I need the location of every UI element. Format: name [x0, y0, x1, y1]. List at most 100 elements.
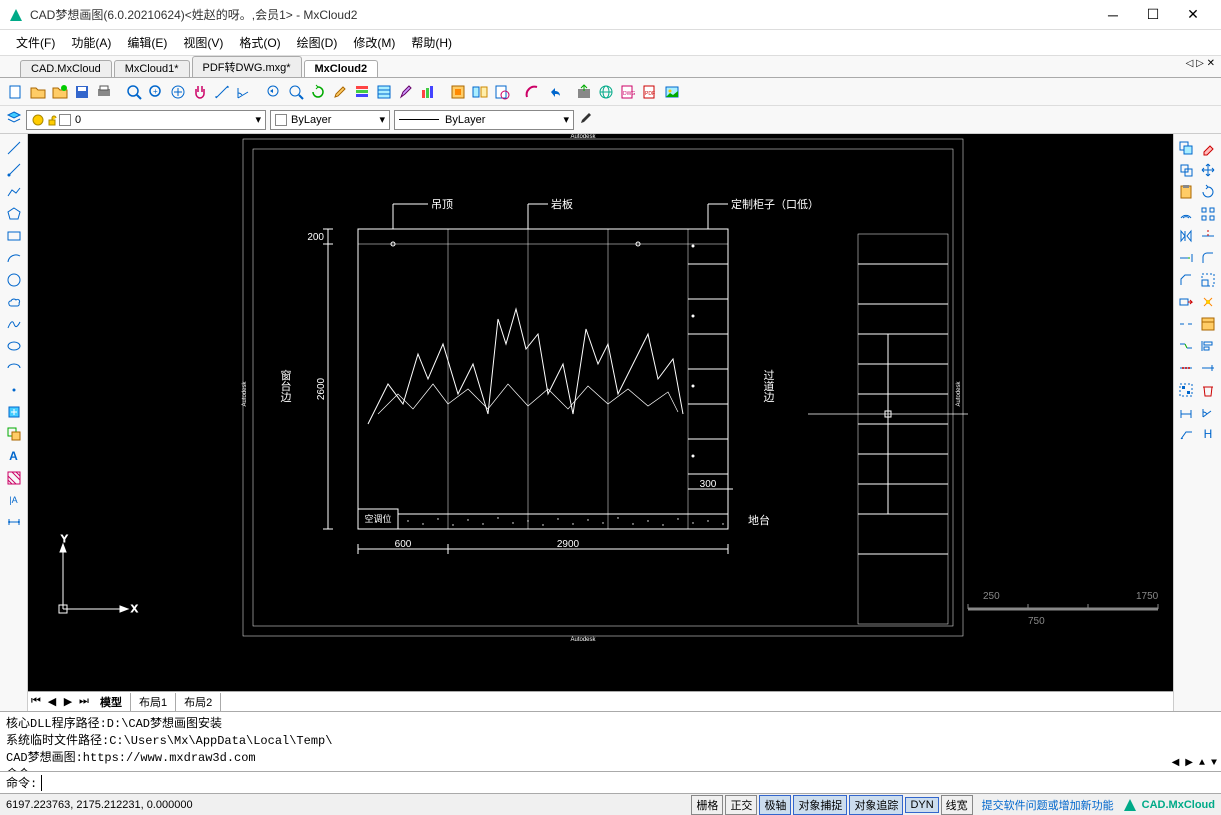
pdf-icon[interactable]: PDF [640, 82, 660, 102]
status-dyn[interactable]: DYN [905, 797, 938, 813]
ray-icon[interactable] [4, 160, 24, 180]
join-icon[interactable] [1176, 336, 1196, 356]
move-icon[interactable] [1198, 160, 1218, 180]
color-combo[interactable]: ByLayer ▾ [270, 110, 390, 130]
zoom-prev-icon[interactable] [264, 82, 284, 102]
group-icon[interactable] [1176, 380, 1196, 400]
divide-icon[interactable] [1176, 358, 1196, 378]
properties-icon[interactable] [1198, 314, 1218, 334]
menu-edit[interactable]: 编辑(E) [119, 34, 175, 51]
ellipse-icon[interactable] [4, 336, 24, 356]
close-button[interactable]: ✕ [1173, 0, 1213, 30]
print-icon[interactable] [94, 82, 114, 102]
menu-format[interactable]: 格式(O) [231, 34, 288, 51]
pan-icon[interactable] [190, 82, 210, 102]
offset-icon[interactable] [1176, 204, 1196, 224]
erase-icon[interactable] [1198, 138, 1218, 158]
status-ortho[interactable]: 正交 [725, 795, 757, 815]
make-block-icon[interactable] [4, 424, 24, 444]
layer-manager-icon[interactable] [6, 110, 22, 129]
brush2-icon[interactable] [396, 82, 416, 102]
hatch-icon[interactable] [4, 468, 24, 488]
layout-first[interactable]: ⏮ [28, 695, 44, 708]
chamfer-icon[interactable] [1176, 270, 1196, 290]
open-icon[interactable] [28, 82, 48, 102]
stretch-icon[interactable] [1176, 292, 1196, 312]
status-polar[interactable]: 极轴 [759, 795, 791, 815]
text2-icon[interactable]: H [1198, 424, 1218, 444]
menu-view[interactable]: 视图(V) [175, 34, 231, 51]
layout-tab-2[interactable]: 布局2 [176, 693, 221, 711]
circle-icon[interactable] [4, 270, 24, 290]
dimension-icon[interactable] [4, 512, 24, 532]
paste-icon[interactable] [1176, 182, 1196, 202]
explode-icon[interactable] [1198, 292, 1218, 312]
array-icon[interactable] [1198, 204, 1218, 224]
revcloud-icon[interactable] [4, 292, 24, 312]
trim-icon[interactable] [1198, 226, 1218, 246]
export-icon[interactable] [574, 82, 594, 102]
minimize-button[interactable]: ─ [1093, 0, 1133, 30]
save-icon[interactable] [72, 82, 92, 102]
point-icon[interactable] [4, 380, 24, 400]
spline-icon[interactable] [4, 314, 24, 334]
image-icon[interactable] [662, 82, 682, 102]
purge-icon[interactable] [1198, 380, 1218, 400]
layout-tab-model[interactable]: 模型 [92, 693, 131, 711]
regen-icon[interactable] [308, 82, 328, 102]
arc-icon[interactable] [4, 248, 24, 268]
scale-icon[interactable] [1198, 270, 1218, 290]
align-icon[interactable] [1198, 336, 1218, 356]
drawing-canvas[interactable]: Autodesk Autodesk Autodesk Autodesk [28, 134, 1173, 691]
text-icon[interactable]: A [4, 446, 24, 466]
layout-prev[interactable]: ◀ [44, 695, 60, 708]
hatch-manage-icon[interactable] [374, 82, 394, 102]
polyline-icon[interactable] [4, 182, 24, 202]
leader-icon[interactable] [1176, 424, 1196, 444]
fillet-icon[interactable] [1198, 248, 1218, 268]
compare-icon[interactable] [470, 82, 490, 102]
open2-icon[interactable] [50, 82, 70, 102]
layer-combo[interactable]: 0 ▾ [26, 110, 266, 130]
zoom-extents-icon[interactable] [168, 82, 188, 102]
tab-doc-3[interactable]: MxCloud2 [304, 60, 379, 77]
menu-draw[interactable]: 绘图(D) [289, 34, 346, 51]
dim-angular-icon[interactable] [1198, 402, 1218, 422]
status-osnap[interactable]: 对象捕捉 [793, 795, 847, 815]
palette-icon[interactable] [418, 82, 438, 102]
tab-nav[interactable]: ◁ ▷ ✕ [1186, 58, 1215, 69]
extend-icon[interactable] [1176, 248, 1196, 268]
mirror-icon[interactable] [1176, 226, 1196, 246]
copy2-icon[interactable] [1176, 160, 1196, 180]
rectangle-icon[interactable] [4, 226, 24, 246]
tab-doc-2[interactable]: PDF转DWG.mxg* [192, 56, 302, 77]
zoom-window-icon[interactable] [124, 82, 144, 102]
menu-function[interactable]: 功能(A) [63, 34, 119, 51]
measure-icon[interactable] [212, 82, 232, 102]
feedback-link[interactable]: 提交软件问题或增加新功能 [982, 797, 1114, 813]
status-lwt[interactable]: 线宽 [941, 795, 973, 815]
line-icon[interactable] [4, 138, 24, 158]
angle-icon[interactable] [234, 82, 254, 102]
menu-file[interactable]: 文件(F) [8, 34, 63, 51]
layout-last[interactable]: ⏭ [76, 695, 92, 708]
zoom-realtime-icon[interactable] [286, 82, 306, 102]
web-icon[interactable] [596, 82, 616, 102]
command-input[interactable] [41, 775, 1215, 791]
maximize-button[interactable]: ☐ [1133, 0, 1173, 30]
menu-help[interactable]: 帮助(H) [403, 34, 460, 51]
status-otrack[interactable]: 对象追踪 [849, 795, 903, 815]
insert-block-icon[interactable] [4, 402, 24, 422]
command-history[interactable]: 核心DLL程序路径:D:\CAD梦想画图安装 系统临时文件路径:C:\Users… [0, 711, 1221, 771]
matchprop-icon[interactable] [578, 110, 594, 129]
dim-linear-icon[interactable] [1176, 402, 1196, 422]
tab-doc-0[interactable]: CAD.MxCloud [20, 60, 112, 77]
rotate-icon[interactable] [1198, 182, 1218, 202]
mtext-icon[interactable]: |A [4, 490, 24, 510]
cmd-scroll[interactable]: ◀ ▶ ▲ ▼ [1172, 757, 1217, 769]
arc-tool-icon[interactable] [522, 82, 542, 102]
tab-doc-1[interactable]: MxCloud1* [114, 60, 190, 77]
layout-tab-1[interactable]: 布局1 [131, 693, 176, 711]
block-icon[interactable] [448, 82, 468, 102]
polygon-icon[interactable] [4, 204, 24, 224]
